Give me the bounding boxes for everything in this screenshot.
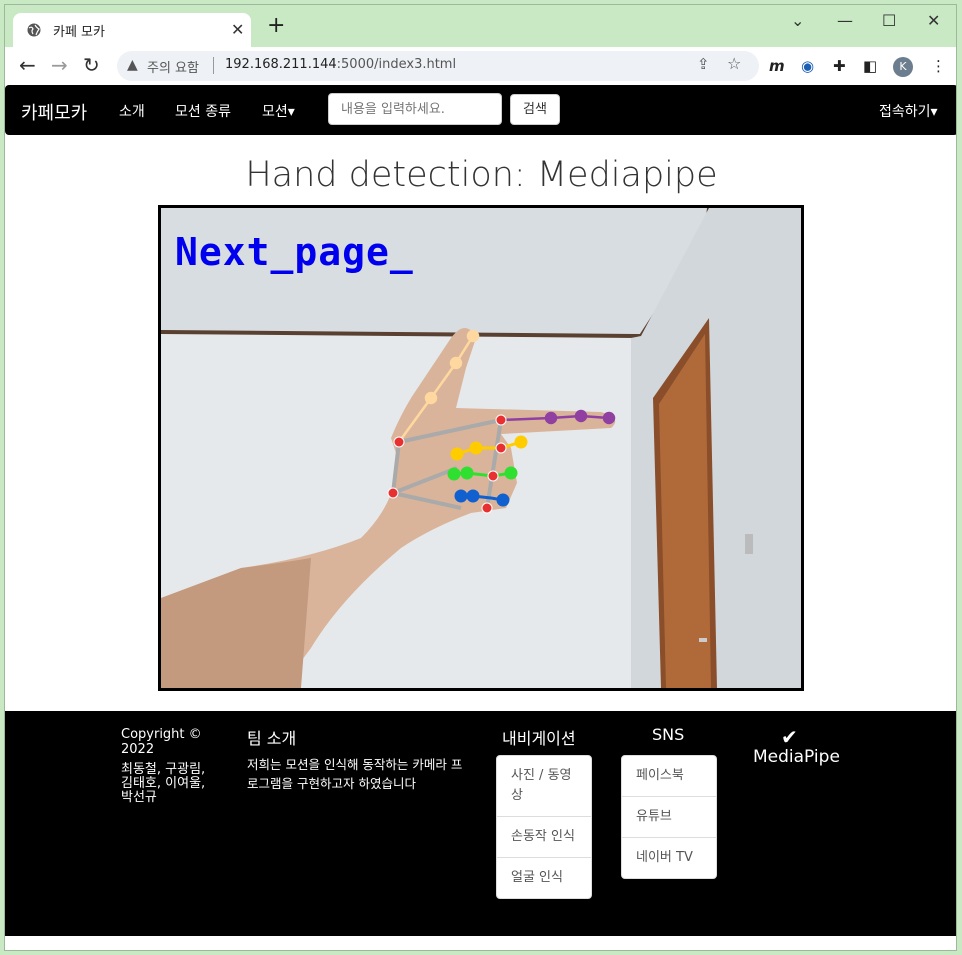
site-brand[interactable]: 카페모카 [21,99,87,125]
caret-down-icon: ▾ [930,104,938,120]
security-label[interactable]: 주의 요함 [147,57,199,76]
warning-icon[interactable]: ▲ [127,57,138,73]
url-host: 192.168.211.144 [225,57,337,72]
bookmark-star-icon[interactable]: ☆ [727,54,741,73]
footer: Copyright © 2022 최동철, 구광림, 김태호, 이여울, 박선규… [5,711,956,936]
tab-search-icon[interactable]: ⌄ [791,11,804,30]
search-input[interactable] [328,93,502,125]
camera-feed: Next_page_ [158,205,804,691]
url-text[interactable]: 192.168.211.144:5000/index3.html [225,57,456,72]
nav-dropdown-login[interactable]: 접속하기▾ [879,101,938,121]
tab-title: 카페 모카 [53,25,105,40]
nav-dropdown-label: 모션 [262,104,288,120]
copyright: Copyright © 2022 [121,727,202,757]
login-label: 접속하기 [879,104,931,120]
page-title: Hand detection: Mediapipe [245,155,718,195]
sns-item-youtube[interactable]: 유튜브 [622,797,716,838]
window-close-icon[interactable]: ✕ [927,11,940,30]
reload-icon[interactable]: ↻ [83,53,100,77]
navigation-heading: 내비게이션 [502,729,576,748]
menu-dots-icon[interactable]: ⋮ [931,57,946,75]
sns-list: 페이스북 유튜브 네이버 TV [621,755,717,879]
extensions-puzzle-icon[interactable]: ✚ [833,57,846,75]
forward-icon[interactable]: → [51,53,68,77]
url-path: :5000/index3.html [336,57,457,72]
nav-dropdown-motion[interactable]: 모션▾ [262,101,295,121]
maximize-icon[interactable]: ☐ [882,11,896,30]
search-button[interactable]: 검색 [510,94,560,125]
close-tab-icon[interactable]: ✕ [231,20,244,39]
caret-down-icon: ▾ [287,104,295,120]
divider [213,57,214,74]
profile-avatar[interactable]: K [893,57,913,77]
team-members: 최동철, 구광림, 김태호, 이여울, 박선규 [121,762,206,805]
side-panel-icon[interactable]: ◧ [863,57,877,75]
new-tab-icon[interactable]: + [267,15,285,37]
tab-strip: 카페 모카 ✕ + ⌄ — ☐ ✕ [5,5,956,47]
nav-item-hand-gesture[interactable]: 손동작 인식 [497,817,591,858]
minimize-icon[interactable]: — [837,11,853,30]
extension-e-icon[interactable]: ◉ [801,57,814,75]
address-bar-row: ← → ↻ ▲ 주의 요함 192.168.211.144:5000/index… [5,47,956,85]
gesture-overlay-text: Next_page_ [175,230,414,274]
nav-link-motion-types[interactable]: 모션 종류 [175,101,231,121]
share-icon[interactable]: ⇪ [697,55,710,73]
nav-item-photo-video[interactable]: 사진 / 동영상 [497,756,591,817]
camera-frame-image [161,208,801,688]
browser-tab[interactable]: 카페 모카 ✕ [13,13,251,47]
url-bar[interactable]: ▲ 주의 요함 192.168.211.144:5000/index3.html… [117,51,759,81]
nav-item-face-recognition[interactable]: 얼굴 인식 [497,858,591,898]
sns-heading: SNS [652,725,685,744]
sns-item-naver-tv[interactable]: 네이버 TV [622,838,716,878]
team-heading: 팀 소개 [247,729,297,748]
nav-link-intro[interactable]: 소개 [119,101,145,121]
sns-item-facebook[interactable]: 페이스북 [622,756,716,797]
mediapipe-label: MediaPipe [753,747,840,767]
back-icon[interactable]: ← [19,53,36,77]
browser-window: 카페 모카 ✕ + ⌄ — ☐ ✕ ← → ↻ ▲ 주의 요함 192.168.… [4,4,957,951]
globe-icon [27,23,41,37]
site-navbar: 카페모카 소개 모션 종류 모션▾ 검색 접속하기▾ [5,85,956,135]
extension-m-icon[interactable]: m [769,57,785,75]
navigation-list: 사진 / 동영상 손동작 인식 얼굴 인식 [496,755,592,899]
checkmark-icon: ✔ [781,725,798,749]
team-description: 저희는 모션을 인식해 동작하는 카메라 프로그램을 구현하고자 하였습니다 [247,757,463,791]
